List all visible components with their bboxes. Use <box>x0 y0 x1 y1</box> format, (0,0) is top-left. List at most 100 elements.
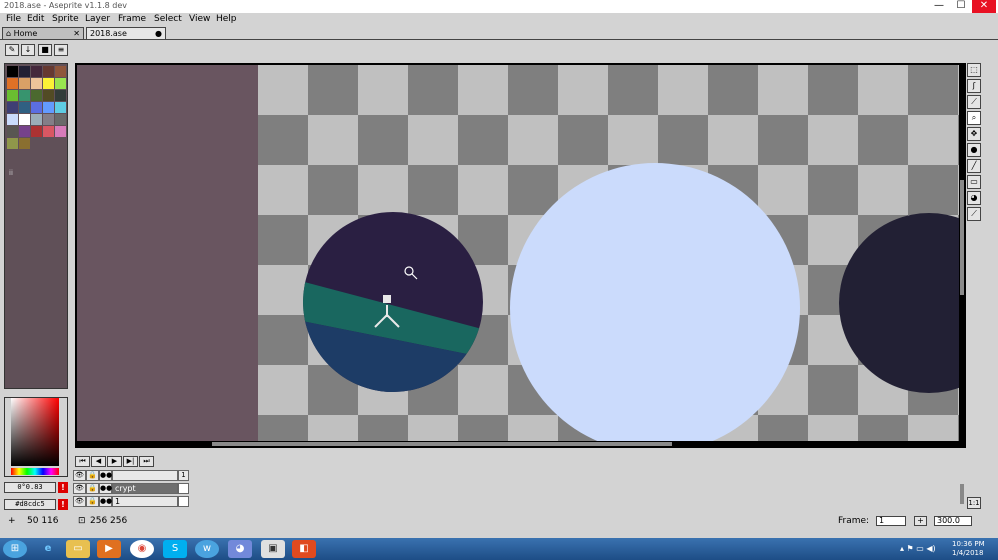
continuous-icon[interactable]: ●● <box>99 483 112 494</box>
marquee-icon[interactable]: ⬚ <box>967 63 981 77</box>
palette-swatch[interactable] <box>31 126 42 137</box>
last-frame-button[interactable]: ⏭ <box>139 456 154 467</box>
vertical-scrollbar[interactable] <box>959 65 964 446</box>
palette-swatch[interactable] <box>31 78 42 89</box>
previous-frame-button[interactable]: ◀ <box>91 456 106 467</box>
rectangle-icon[interactable]: ▭ <box>967 175 981 189</box>
background-color-button[interactable]: #d8cdc5 <box>4 499 56 510</box>
palette-swatch[interactable] <box>55 126 66 137</box>
discord-icon[interactable]: ◕ <box>228 540 252 558</box>
menu-file[interactable]: File <box>6 14 21 24</box>
tab-modified-icon[interactable]: ● <box>155 28 162 39</box>
frame-input[interactable]: 1 <box>876 516 906 526</box>
line-icon[interactable]: ╱ <box>967 159 981 173</box>
tab-home[interactable]: ⌂ Home ✕ <box>2 27 84 39</box>
palette-swatch[interactable] <box>55 90 66 101</box>
palette-swatch[interactable] <box>43 126 54 137</box>
zoom-icon[interactable]: ⌕ <box>967 111 981 125</box>
aseprite-taskbar-icon[interactable]: ◧ <box>292 540 316 558</box>
wunderlist-icon[interactable]: w <box>195 540 219 558</box>
media-icon[interactable]: ▶ <box>97 540 121 558</box>
saturation-field[interactable] <box>11 398 59 466</box>
palette-swatch[interactable] <box>7 126 18 137</box>
palette-swatch[interactable] <box>19 126 30 137</box>
hue-slider[interactable] <box>11 468 59 475</box>
palette-swatch[interactable] <box>43 78 54 89</box>
move-icon[interactable]: ✥ <box>967 127 981 141</box>
palette-swatch[interactable] <box>31 114 42 125</box>
palette-swatch[interactable] <box>7 114 18 125</box>
palette-swatch[interactable] <box>55 114 66 125</box>
palette-sort-icon[interactable]: ↓ <box>21 44 35 56</box>
zoom-input[interactable]: 300.0 <box>934 516 972 526</box>
edit-palette-icon[interactable]: ✎ <box>5 44 19 56</box>
palette-swatch[interactable] <box>43 66 54 77</box>
palette-swatch[interactable] <box>31 66 42 77</box>
close-tab-icon[interactable]: ✕ <box>73 28 80 39</box>
layer-name[interactable]: crypt <box>112 483 178 494</box>
fill-icon[interactable]: ● <box>967 143 981 157</box>
horizontal-scroll-thumb[interactable] <box>212 442 672 446</box>
sprite-editor[interactable] <box>75 63 966 448</box>
explorer-icon[interactable]: ▭ <box>66 540 90 558</box>
frame-header-cell[interactable]: 1 <box>178 470 189 481</box>
timeline-scrollbar[interactable] <box>960 484 964 504</box>
menu-view[interactable]: View <box>189 14 210 24</box>
horizontal-scrollbar[interactable] <box>77 441 964 446</box>
palette-swatch[interactable] <box>55 102 66 113</box>
twitch-icon[interactable]: ▣ <box>261 540 285 558</box>
close-icon[interactable]: ✕ <box>972 0 996 13</box>
tray-icons[interactable]: ▴ ⚑ ▭ ◀) <box>900 544 936 553</box>
palette-swatch[interactable] <box>19 138 30 149</box>
bg-warning-icon[interactable]: ! <box>58 499 68 510</box>
cel-cell[interactable] <box>178 496 189 507</box>
palette-swatch[interactable] <box>43 114 54 125</box>
fg-warning-icon[interactable]: ! <box>58 482 68 493</box>
menu-edit[interactable]: Edit <box>27 14 44 24</box>
eye-icon[interactable]: 👁 <box>73 470 86 481</box>
palette-swatch[interactable] <box>7 102 18 113</box>
menu-frame[interactable]: Frame <box>118 14 146 24</box>
eye-icon[interactable]: 👁 <box>73 496 86 507</box>
sprite-canvas[interactable] <box>77 65 966 448</box>
palette-swatch[interactable] <box>43 90 54 101</box>
layer-row[interactable]: 👁 🔒 ●● crypt <box>73 483 193 494</box>
palette-swatch[interactable] <box>7 78 18 89</box>
next-frame-button[interactable]: ▶| <box>123 456 138 467</box>
menu-select[interactable]: Select <box>154 14 182 24</box>
palette-swatch[interactable] <box>43 102 54 113</box>
menu-layer[interactable]: Layer <box>85 14 110 24</box>
layer-row[interactable]: 👁 🔒 ●● 1 <box>73 496 193 507</box>
brush-icon[interactable]: ⟋ <box>967 207 981 221</box>
palette-swatch[interactable] <box>19 102 30 113</box>
menu-help[interactable]: Help <box>216 14 237 24</box>
palette-swatch[interactable] <box>19 66 30 77</box>
continuous-icon[interactable]: ●● <box>99 496 112 507</box>
lock-icon[interactable]: 🔒 <box>86 496 99 507</box>
start-icon[interactable]: ⊞ <box>3 540 27 558</box>
skype-icon[interactable]: S <box>163 540 187 558</box>
foreground-color-button[interactable]: 0°0.83 <box>4 482 56 493</box>
palette-swatch[interactable] <box>19 90 30 101</box>
palette-presets-icon[interactable]: ■ <box>38 44 52 56</box>
eyedropper-icon[interactable]: ⟋ <box>967 95 981 109</box>
palette-swatch[interactable] <box>55 66 66 77</box>
lasso-icon[interactable]: ʃ <box>967 79 981 93</box>
tab-2018[interactable]: 2018.ase ● <box>86 27 166 39</box>
blur-icon[interactable]: ◕ <box>967 191 981 205</box>
palette-swatch[interactable] <box>7 66 18 77</box>
palette-options-icon[interactable]: ≡ <box>54 44 68 56</box>
palette-swatch[interactable] <box>31 102 42 113</box>
lock-icon[interactable]: 🔒 <box>86 470 99 481</box>
add-frame-icon[interactable]: + <box>914 516 927 526</box>
maximize-icon[interactable]: ☐ <box>950 0 972 13</box>
lock-icon[interactable]: 🔒 <box>86 483 99 494</box>
layer-name[interactable]: 1 <box>112 496 178 507</box>
ie-icon[interactable]: e <box>36 540 60 558</box>
play-button[interactable]: ▶ <box>107 456 122 467</box>
palette-swatch[interactable] <box>55 78 66 89</box>
minimize-icon[interactable]: — <box>928 0 950 13</box>
continuous-icon[interactable]: ●● <box>99 470 112 481</box>
palette-swatch[interactable] <box>31 90 42 101</box>
cel-cell[interactable] <box>178 483 189 494</box>
